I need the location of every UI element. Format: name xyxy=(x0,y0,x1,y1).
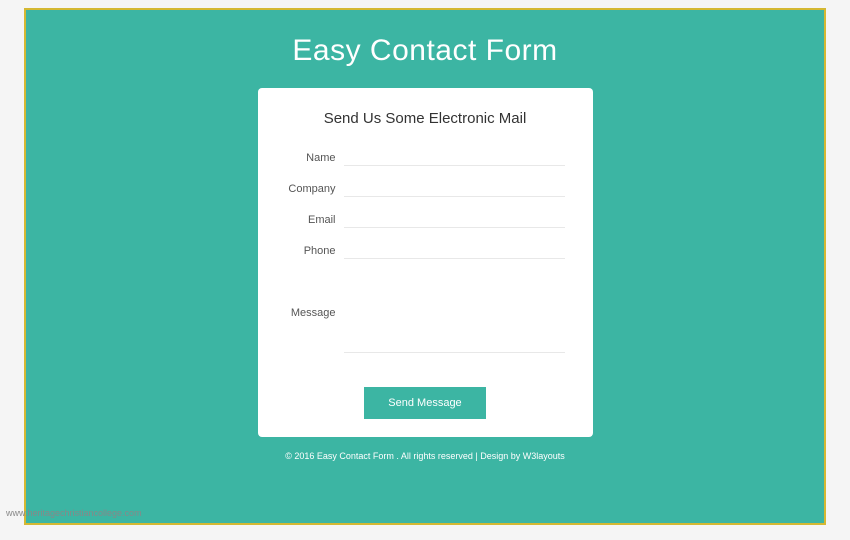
page-frame: Easy Contact Form Send Us Some Electroni… xyxy=(24,8,826,525)
form-row-message: Message xyxy=(286,273,565,353)
send-message-button[interactable]: Send Message xyxy=(364,387,485,419)
name-input[interactable] xyxy=(344,149,565,166)
phone-label: Phone xyxy=(286,245,344,257)
page-title: Easy Contact Form xyxy=(292,34,557,68)
submit-wrap: Send Message xyxy=(286,387,565,419)
phone-input[interactable] xyxy=(344,242,565,259)
form-row-email: Email xyxy=(286,211,565,228)
form-heading: Send Us Some Electronic Mail xyxy=(286,110,565,127)
name-label: Name xyxy=(286,152,344,164)
email-input[interactable] xyxy=(344,211,565,228)
contact-form-card: Send Us Some Electronic Mail Name Compan… xyxy=(258,88,593,437)
form-row-name: Name xyxy=(286,149,565,166)
message-input[interactable] xyxy=(344,273,565,353)
message-label: Message xyxy=(286,307,344,319)
email-label: Email xyxy=(286,214,344,226)
company-input[interactable] xyxy=(344,180,565,197)
company-label: Company xyxy=(286,183,344,195)
form-row-phone: Phone xyxy=(286,242,565,259)
watermark-text: www.heritagechristiancollege.com xyxy=(6,508,142,518)
footer-text: © 2016 Easy Contact Form . All rights re… xyxy=(285,451,565,461)
form-row-company: Company xyxy=(286,180,565,197)
